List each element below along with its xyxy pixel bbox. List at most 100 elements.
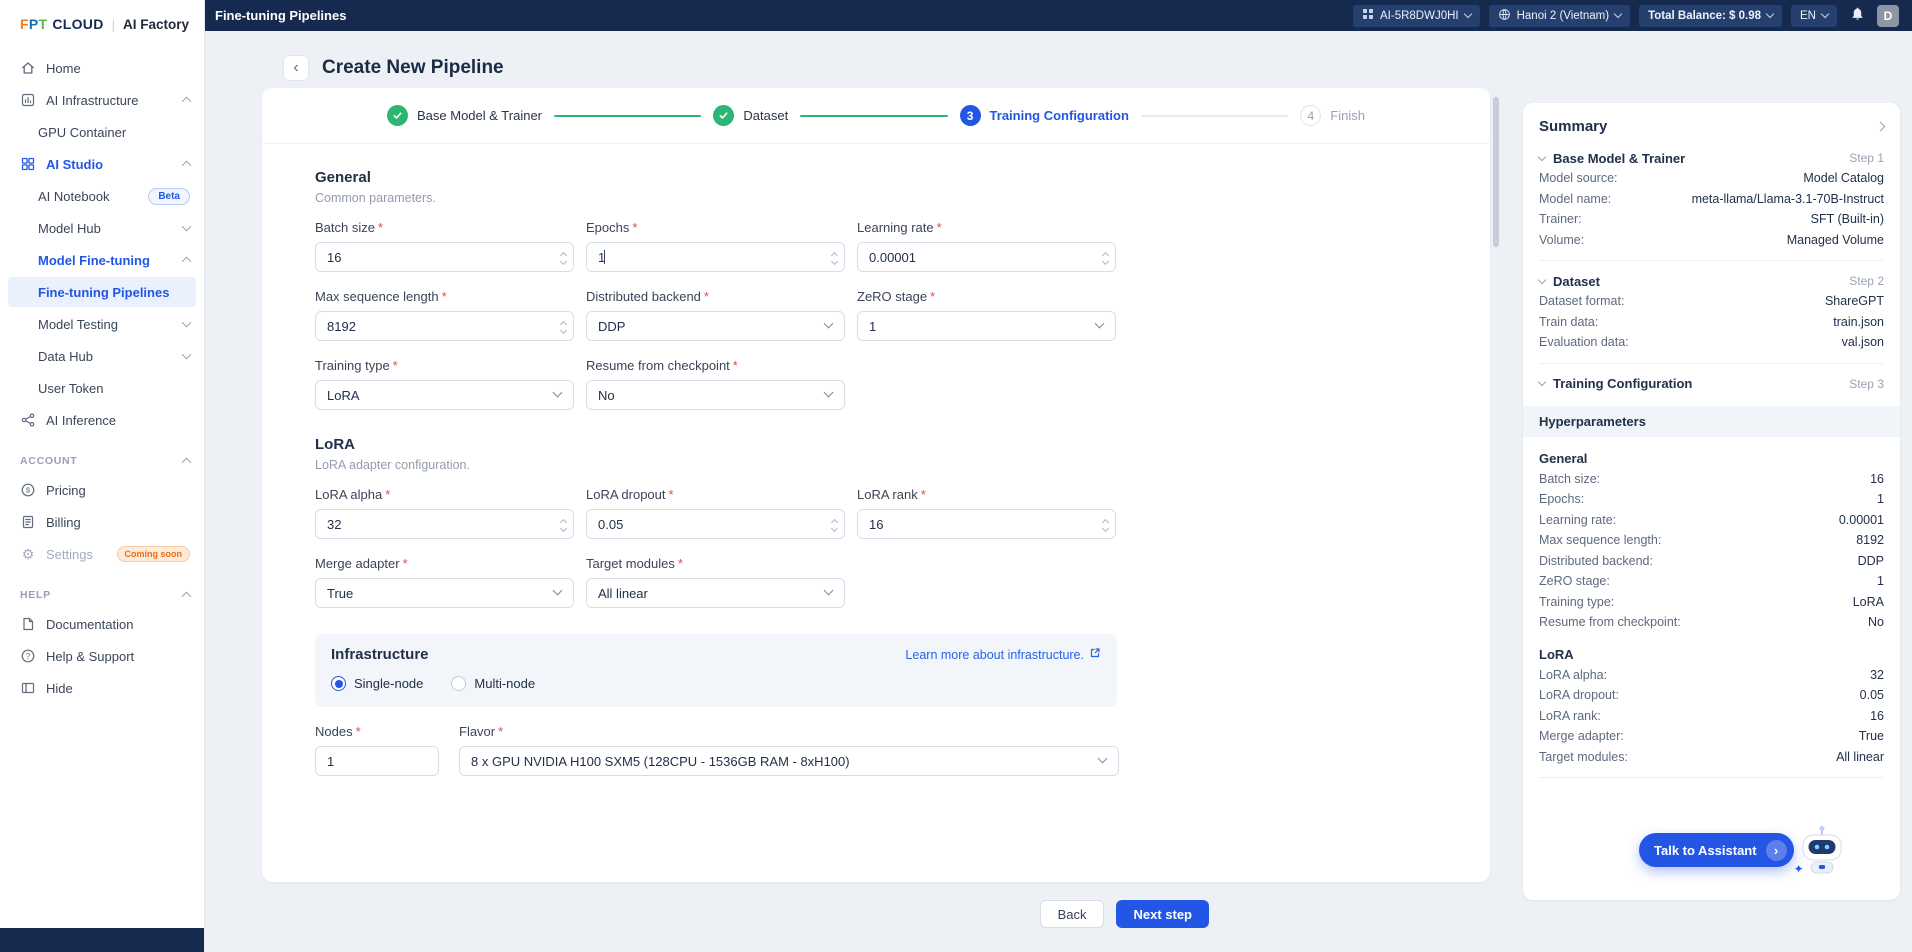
chevron-up-icon bbox=[182, 458, 192, 468]
hyperparameters-banner: Hyperparameters bbox=[1523, 406, 1900, 437]
app-logo[interactable]: FPT CLOUD | AI Factory bbox=[0, 0, 204, 48]
zero-stage-select[interactable]: 1 bbox=[857, 311, 1116, 341]
sidebar-item-home[interactable]: Home bbox=[0, 52, 204, 84]
merge-adapter-select[interactable]: True bbox=[315, 578, 574, 608]
summary-row: Epochs:1 bbox=[1539, 489, 1884, 510]
number-stepper[interactable] bbox=[1103, 509, 1108, 539]
sidebar-item-user-token[interactable]: User Token bbox=[0, 372, 204, 404]
number-stepper[interactable] bbox=[561, 242, 566, 272]
sidebar-bottom-bar bbox=[0, 928, 204, 952]
batch-size-input[interactable] bbox=[315, 242, 574, 272]
number-stepper[interactable] bbox=[832, 509, 837, 539]
sidebar-item-ai-studio[interactable]: AI Studio bbox=[0, 148, 204, 180]
chevron-down-icon bbox=[553, 586, 563, 596]
region-selector[interactable]: Hanoi 2 (Vietnam) bbox=[1489, 5, 1630, 27]
balance-selector[interactable]: Total Balance: $ 0.98 bbox=[1639, 5, 1782, 27]
step-number-badge: 3 bbox=[960, 105, 981, 126]
sidebar-item-gpu-container[interactable]: GPU Container bbox=[0, 116, 204, 148]
project-grid-icon bbox=[1362, 8, 1374, 23]
studio-icon bbox=[20, 156, 36, 172]
sidebar-item-billing[interactable]: Billing bbox=[0, 506, 204, 538]
sidebar-item-ai-infrastructure[interactable]: AI Infrastructure bbox=[0, 84, 204, 116]
step-base-model-trainer[interactable]: Base Model & Trainer bbox=[387, 105, 542, 126]
user-avatar[interactable]: D bbox=[1877, 5, 1899, 27]
vertical-scrollbar[interactable] bbox=[1493, 91, 1499, 879]
general-section-subtitle: Common parameters. bbox=[315, 191, 1142, 205]
sidebar: FPT CLOUD | AI Factory Home AI Infrastru… bbox=[0, 0, 205, 952]
summary-row: Learning rate:0.00001 bbox=[1539, 510, 1884, 531]
sidebar-item-pricing[interactable]: $ Pricing bbox=[0, 474, 204, 506]
back-arrow-button[interactable]: ‹ bbox=[283, 55, 309, 81]
divider bbox=[1539, 363, 1884, 364]
sidebar-item-ai-notebook[interactable]: AI Notebook Beta bbox=[0, 180, 204, 212]
target-modules-select[interactable]: All linear bbox=[586, 578, 845, 608]
summary-section-dataset[interactable]: Dataset Step 2 bbox=[1539, 271, 1884, 291]
collapse-chevron-right-icon[interactable] bbox=[1876, 122, 1886, 132]
lora-alpha-field: LoRA alpha* bbox=[315, 487, 574, 539]
project-selector[interactable]: AI-5R8DWJ0HI bbox=[1353, 5, 1480, 27]
step-training-configuration[interactable]: 3 Training Configuration bbox=[960, 105, 1129, 126]
training-type-select[interactable]: LoRA bbox=[315, 380, 574, 410]
sidebar-section-account[interactable]: ACCOUNT bbox=[0, 448, 204, 474]
chevron-up-icon bbox=[182, 257, 192, 267]
assistant-mascot-icon[interactable]: ✦ bbox=[1796, 822, 1848, 878]
chevron-down-icon bbox=[553, 388, 563, 398]
sidebar-item-data-hub[interactable]: Data Hub bbox=[0, 340, 204, 372]
step-dataset[interactable]: Dataset bbox=[713, 105, 788, 126]
talk-to-assistant-button[interactable]: Talk to Assistant › bbox=[1639, 833, 1794, 867]
summary-section-base-model[interactable]: Base Model & Trainer Step 1 bbox=[1539, 148, 1884, 168]
lora-dropout-input[interactable] bbox=[586, 509, 845, 539]
chevron-up-icon bbox=[182, 97, 192, 107]
chevron-down-icon bbox=[1766, 10, 1774, 18]
resume-from-checkpoint-select[interactable]: No bbox=[586, 380, 845, 410]
sidebar-item-hide[interactable]: Hide bbox=[0, 672, 204, 704]
summary-row: Batch size:16 bbox=[1539, 469, 1884, 490]
main-content: ‹ Create New Pipeline Base Model & Train… bbox=[205, 31, 1912, 952]
language-selector[interactable]: EN bbox=[1791, 5, 1837, 27]
max-sequence-length-input[interactable] bbox=[315, 311, 574, 341]
lora-rank-input[interactable] bbox=[857, 509, 1116, 539]
distributed-backend-select[interactable]: DDP bbox=[586, 311, 845, 341]
inference-icon bbox=[20, 412, 36, 428]
sidebar-item-ai-inference[interactable]: AI Inference bbox=[0, 404, 204, 436]
sidebar-item-model-testing[interactable]: Model Testing bbox=[0, 308, 204, 340]
external-link-icon bbox=[1089, 647, 1101, 662]
nodes-input[interactable] bbox=[315, 746, 439, 776]
sidebar-section-help[interactable]: HELP bbox=[0, 582, 204, 608]
summary-row: Train data:train.json bbox=[1539, 312, 1884, 333]
sidebar-item-settings[interactable]: ⚙ Settings Coming soon bbox=[0, 538, 204, 570]
summary-section-training-configuration[interactable]: Training Configuration Step 3 bbox=[1539, 374, 1884, 394]
flavor-select[interactable]: 8 x GPU NVIDIA H100 SXM5 (128CPU - 1536G… bbox=[459, 746, 1119, 776]
summary-row: ZeRO stage:1 bbox=[1539, 571, 1884, 592]
sidebar-item-fine-tuning-pipelines[interactable]: Fine-tuning Pipelines bbox=[8, 277, 196, 307]
learning-rate-input[interactable] bbox=[857, 242, 1116, 272]
summary-row: Trainer:SFT (Built-in) bbox=[1539, 209, 1884, 230]
single-node-radio[interactable]: Single-node bbox=[331, 676, 423, 691]
billing-icon bbox=[20, 514, 36, 530]
back-button[interactable]: Back bbox=[1040, 900, 1105, 928]
number-stepper[interactable] bbox=[832, 242, 837, 272]
text-cursor bbox=[604, 250, 605, 264]
chevron-down-icon bbox=[1098, 754, 1108, 764]
multi-node-radio[interactable]: Multi-node bbox=[451, 676, 535, 691]
scrollbar-thumb[interactable] bbox=[1493, 97, 1499, 247]
number-stepper[interactable] bbox=[561, 311, 566, 341]
chevron-down-icon bbox=[1821, 10, 1829, 18]
sidebar-item-help-support[interactable]: ? Help & Support bbox=[0, 640, 204, 672]
infrastructure-learn-more-link[interactable]: Learn more about infrastructure. bbox=[905, 647, 1101, 662]
summary-row: Training type:LoRA bbox=[1539, 592, 1884, 613]
sidebar-item-model-hub[interactable]: Model Hub bbox=[0, 212, 204, 244]
notifications-button[interactable] bbox=[1846, 5, 1868, 27]
summary-row: Model source:Model Catalog bbox=[1539, 168, 1884, 189]
number-stepper[interactable] bbox=[1103, 242, 1108, 272]
next-step-button[interactable]: Next step bbox=[1116, 900, 1209, 928]
sidebar-item-documentation[interactable]: Documentation bbox=[0, 608, 204, 640]
number-stepper[interactable] bbox=[561, 509, 566, 539]
infrastructure-panel: Infrastructure Learn more about infrastr… bbox=[315, 634, 1117, 707]
chevron-up-icon bbox=[182, 592, 192, 602]
arrow-right-icon: › bbox=[1766, 840, 1787, 861]
sidebar-item-model-fine-tuning[interactable]: Model Fine-tuning bbox=[0, 244, 204, 276]
lora-alpha-input[interactable] bbox=[315, 509, 574, 539]
epochs-input[interactable] bbox=[586, 242, 845, 272]
cloud-wordmark: CLOUD bbox=[52, 16, 103, 32]
